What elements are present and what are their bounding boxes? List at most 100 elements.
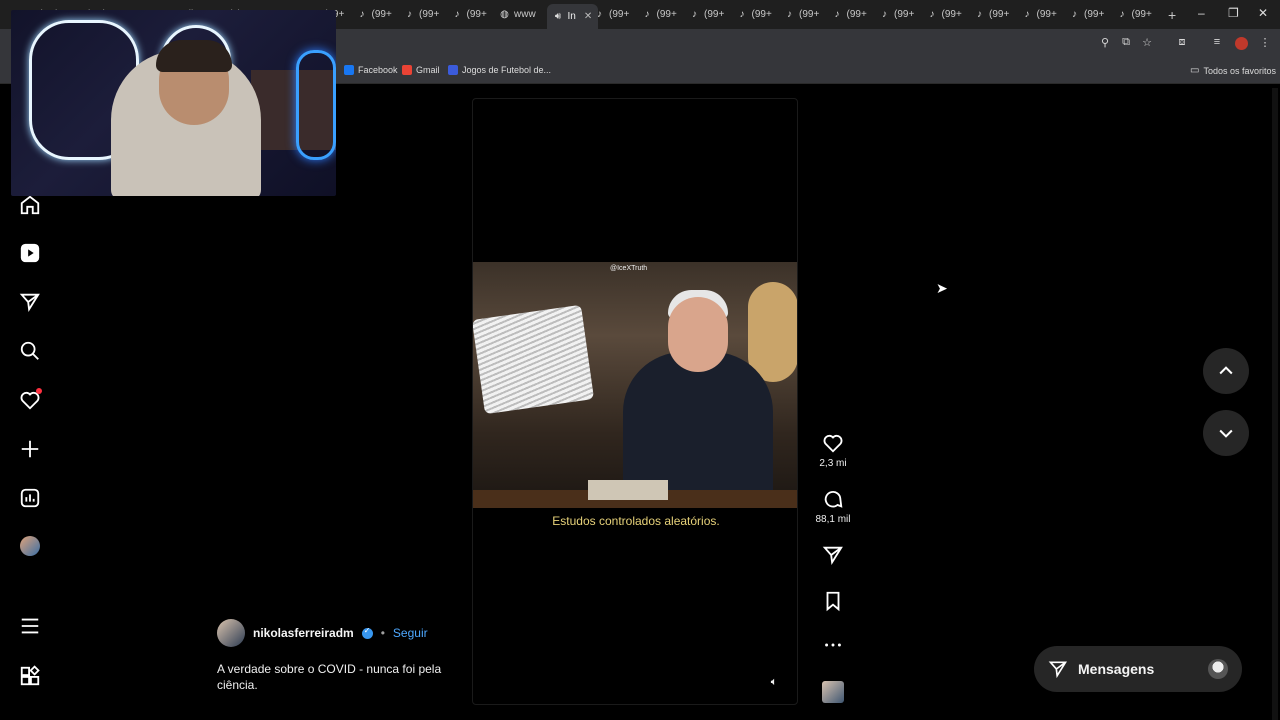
dashboard-icon bbox=[20, 488, 40, 508]
browser-menu-icon[interactable]: ⋮ bbox=[1258, 36, 1272, 49]
browser-tab[interactable]: ♪ (99+ bbox=[404, 6, 439, 23]
comment-icon bbox=[824, 490, 843, 508]
browser-tab[interactable]: ♪ (99+ bbox=[689, 6, 724, 23]
close-tab-icon[interactable]: ✕ bbox=[584, 11, 592, 22]
browser-tab[interactable]: ♪ (99+ bbox=[737, 6, 772, 23]
tab-label: (99+ bbox=[751, 9, 772, 20]
previous-reel-button[interactable] bbox=[1203, 348, 1249, 394]
home-icon bbox=[20, 195, 40, 215]
create-nav[interactable] bbox=[18, 437, 42, 461]
bookmark-star-icon[interactable]: ☆ bbox=[1140, 36, 1154, 49]
tab-active[interactable]: 🔊︎ In ✕ bbox=[546, 4, 599, 29]
cast-icon[interactable]: ⧉ bbox=[1119, 36, 1133, 49]
audio-thumbnail[interactable] bbox=[822, 681, 844, 703]
dashboard-nav[interactable] bbox=[18, 486, 42, 510]
like-button[interactable]: 2,3 mi bbox=[808, 432, 858, 469]
search-icon bbox=[20, 341, 39, 360]
chevron-down-icon bbox=[1219, 429, 1233, 438]
tiktok-icon: ♪ bbox=[407, 9, 412, 20]
tiktok-icon: ♪ bbox=[882, 9, 887, 20]
browser-tab[interactable]: ♪ (99+ bbox=[594, 6, 629, 23]
browser-tab[interactable]: ◍ www bbox=[499, 6, 536, 23]
tiktok-icon: ♪ bbox=[644, 9, 650, 20]
browser-tab[interactable]: ♪ (99+ bbox=[357, 6, 392, 23]
bookmark-label: Facebook bbox=[358, 65, 398, 75]
bookmark-gmail[interactable]: Gmail bbox=[402, 65, 440, 75]
tab-label: (99+ bbox=[419, 9, 440, 20]
send-icon bbox=[822, 546, 843, 566]
browser-tab[interactable]: ♪ (99+ bbox=[879, 6, 914, 23]
tab-label: (99+ bbox=[1131, 9, 1152, 20]
share-button[interactable] bbox=[808, 544, 858, 566]
media-control-icon[interactable]: ≡ bbox=[1210, 36, 1224, 48]
tab-label: In bbox=[567, 11, 576, 22]
extensions-icon[interactable]: ⧈ bbox=[1175, 36, 1189, 49]
tiktok-icon: ♪ bbox=[739, 9, 745, 20]
notifications-nav[interactable] bbox=[18, 388, 42, 412]
comment-button[interactable]: 88,1 mil bbox=[808, 488, 858, 525]
comment-count: 88,1 mil bbox=[815, 514, 851, 525]
new-tab-button[interactable]: + bbox=[1168, 6, 1176, 23]
sound-toggle[interactable]: 🔈︎ bbox=[763, 671, 785, 693]
like-count: 2,3 mi bbox=[819, 458, 847, 469]
plus-icon bbox=[21, 440, 39, 458]
save-button[interactable] bbox=[808, 590, 858, 612]
folder-icon: ▭ bbox=[1190, 65, 1200, 76]
tiktok-icon: ♪ bbox=[1024, 9, 1030, 20]
bookmark-jogos[interactable]: Jogos de Futebol de... bbox=[448, 65, 551, 75]
browser-tab[interactable]: ♪ (99+ bbox=[832, 6, 867, 23]
reels-nav[interactable] bbox=[18, 241, 42, 265]
page-scrollbar[interactable] bbox=[1272, 88, 1278, 720]
search-nav[interactable] bbox=[18, 339, 42, 363]
gmail-icon bbox=[402, 65, 412, 75]
next-reel-button[interactable] bbox=[1203, 410, 1249, 456]
chevron-up-icon bbox=[1219, 366, 1233, 375]
avatar bbox=[1208, 659, 1228, 679]
follow-button[interactable]: Seguir bbox=[393, 626, 428, 640]
more-nav[interactable] bbox=[18, 614, 42, 638]
reel-video[interactable]: @IceXTruth Estudos controlados aleatório… bbox=[472, 98, 798, 705]
notification-dot bbox=[36, 388, 42, 394]
messages-button[interactable]: Mensagens bbox=[1034, 646, 1242, 692]
profile-nav[interactable] bbox=[18, 534, 42, 558]
tiktok-icon: ♪ bbox=[1119, 9, 1125, 20]
tab-label: (99+ bbox=[799, 9, 820, 20]
bookmark-facebook[interactable]: Facebook bbox=[344, 65, 398, 75]
direct-nav[interactable] bbox=[18, 290, 42, 314]
tab-label: (99+ bbox=[466, 9, 487, 20]
tab-label: (99+ bbox=[941, 9, 962, 20]
browser-tab[interactable]: ♪ (99+ bbox=[974, 6, 1009, 23]
apps-grid-icon bbox=[20, 665, 40, 686]
browser-tab[interactable]: ♪ (99+ bbox=[1117, 6, 1152, 23]
bookmark-label: Jogos de Futebol de... bbox=[462, 65, 552, 75]
browser-tab[interactable]: ♪ (99+ bbox=[642, 6, 677, 23]
browser-tab[interactable]: ♪ (99+ bbox=[452, 6, 487, 23]
avatar bbox=[20, 536, 40, 556]
also-from-meta-nav[interactable] bbox=[18, 664, 42, 688]
tab-label: (99+ bbox=[1084, 9, 1105, 20]
zoom-icon[interactable]: ⚲ bbox=[1098, 36, 1112, 49]
browser-tab[interactable]: ♪ (99+ bbox=[784, 6, 819, 23]
author-avatar[interactable] bbox=[217, 619, 245, 647]
browser-tab[interactable]: ♪ (99+ bbox=[1069, 6, 1104, 23]
tab-label: (99+ bbox=[1036, 9, 1057, 20]
video-watermark: @IceXTruth bbox=[610, 265, 648, 272]
browser-tab[interactable]: ♪ (99+ bbox=[927, 6, 962, 23]
tab-label: (99+ bbox=[846, 9, 867, 20]
restore-icon[interactable]: ❐ bbox=[1228, 6, 1239, 20]
browser-tab[interactable]: ♪ (99+ bbox=[1022, 6, 1057, 23]
heart-icon bbox=[823, 434, 843, 453]
more-options-button[interactable] bbox=[808, 634, 858, 656]
send-icon bbox=[19, 293, 40, 313]
profile-avatar[interactable] bbox=[1235, 37, 1248, 50]
game-icon bbox=[448, 65, 458, 75]
author-username[interactable]: nikolasferreiradm bbox=[253, 626, 354, 640]
minimize-icon[interactable]: – bbox=[1198, 6, 1205, 20]
tab-label: (99+ bbox=[989, 9, 1010, 20]
close-window-icon[interactable]: ✕ bbox=[1258, 6, 1268, 20]
home-nav[interactable] bbox=[18, 193, 42, 217]
tab-label: (99+ bbox=[609, 9, 630, 20]
tiktok-icon: ♪ bbox=[454, 9, 460, 20]
mouse-cursor-icon: ➤ bbox=[936, 280, 948, 296]
all-bookmarks[interactable]: ▭ Todos os favoritos bbox=[1190, 65, 1276, 76]
